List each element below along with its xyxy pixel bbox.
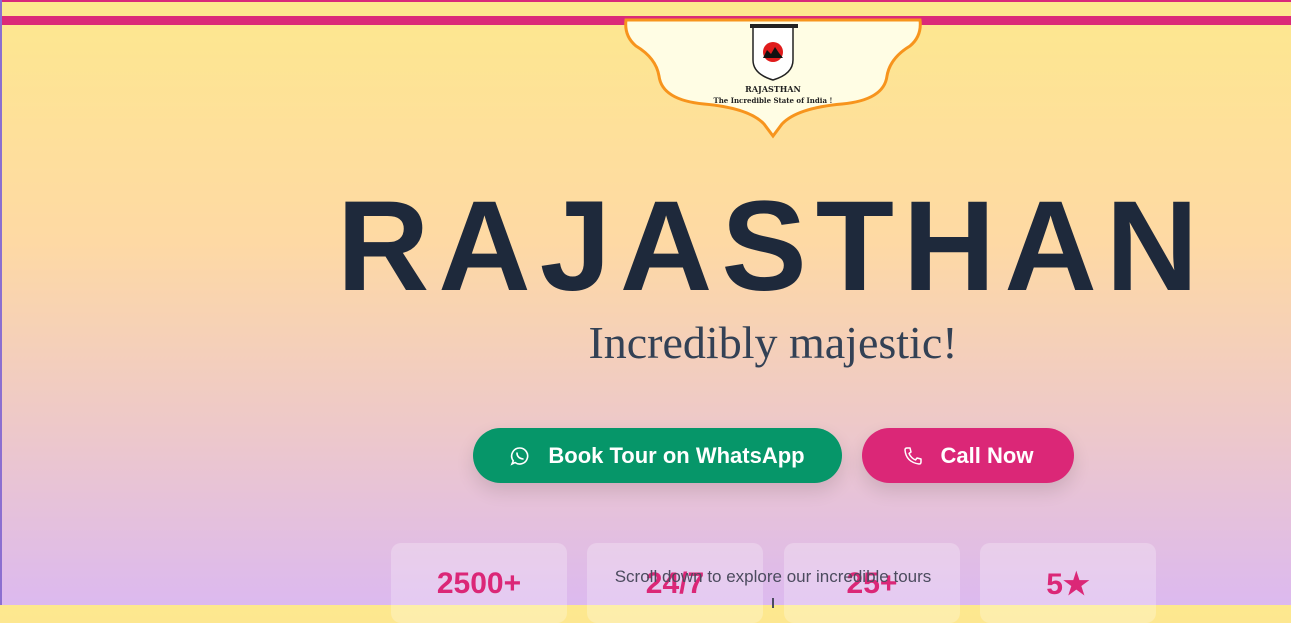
logo-title: RAJASTHAN bbox=[745, 84, 801, 94]
book-whatsapp-label: Book Tour on WhatsApp bbox=[548, 442, 805, 468]
rajasthan-tourism-logo[interactable]: RAJASTHAN The Incredible State of India … bbox=[622, 16, 924, 140]
hero-subtitle: Incredibly majestic! bbox=[588, 317, 958, 368]
book-whatsapp-button[interactable]: Book Tour on WhatsApp bbox=[473, 428, 842, 483]
phone-icon bbox=[903, 446, 922, 465]
hero-title: RAJASTHAN bbox=[336, 175, 1208, 318]
call-now-label: Call Now bbox=[940, 442, 1034, 468]
top-accent-line bbox=[2, 0, 1291, 2]
scroll-indicator bbox=[772, 598, 774, 608]
logo-tagline: The Incredible State of India ! bbox=[713, 96, 833, 105]
call-now-button[interactable]: Call Now bbox=[862, 428, 1074, 483]
whatsapp-icon bbox=[510, 446, 529, 466]
logo-frame-icon bbox=[624, 18, 922, 139]
scroll-hint: Scroll down to explore our incredible to… bbox=[614, 567, 932, 586]
